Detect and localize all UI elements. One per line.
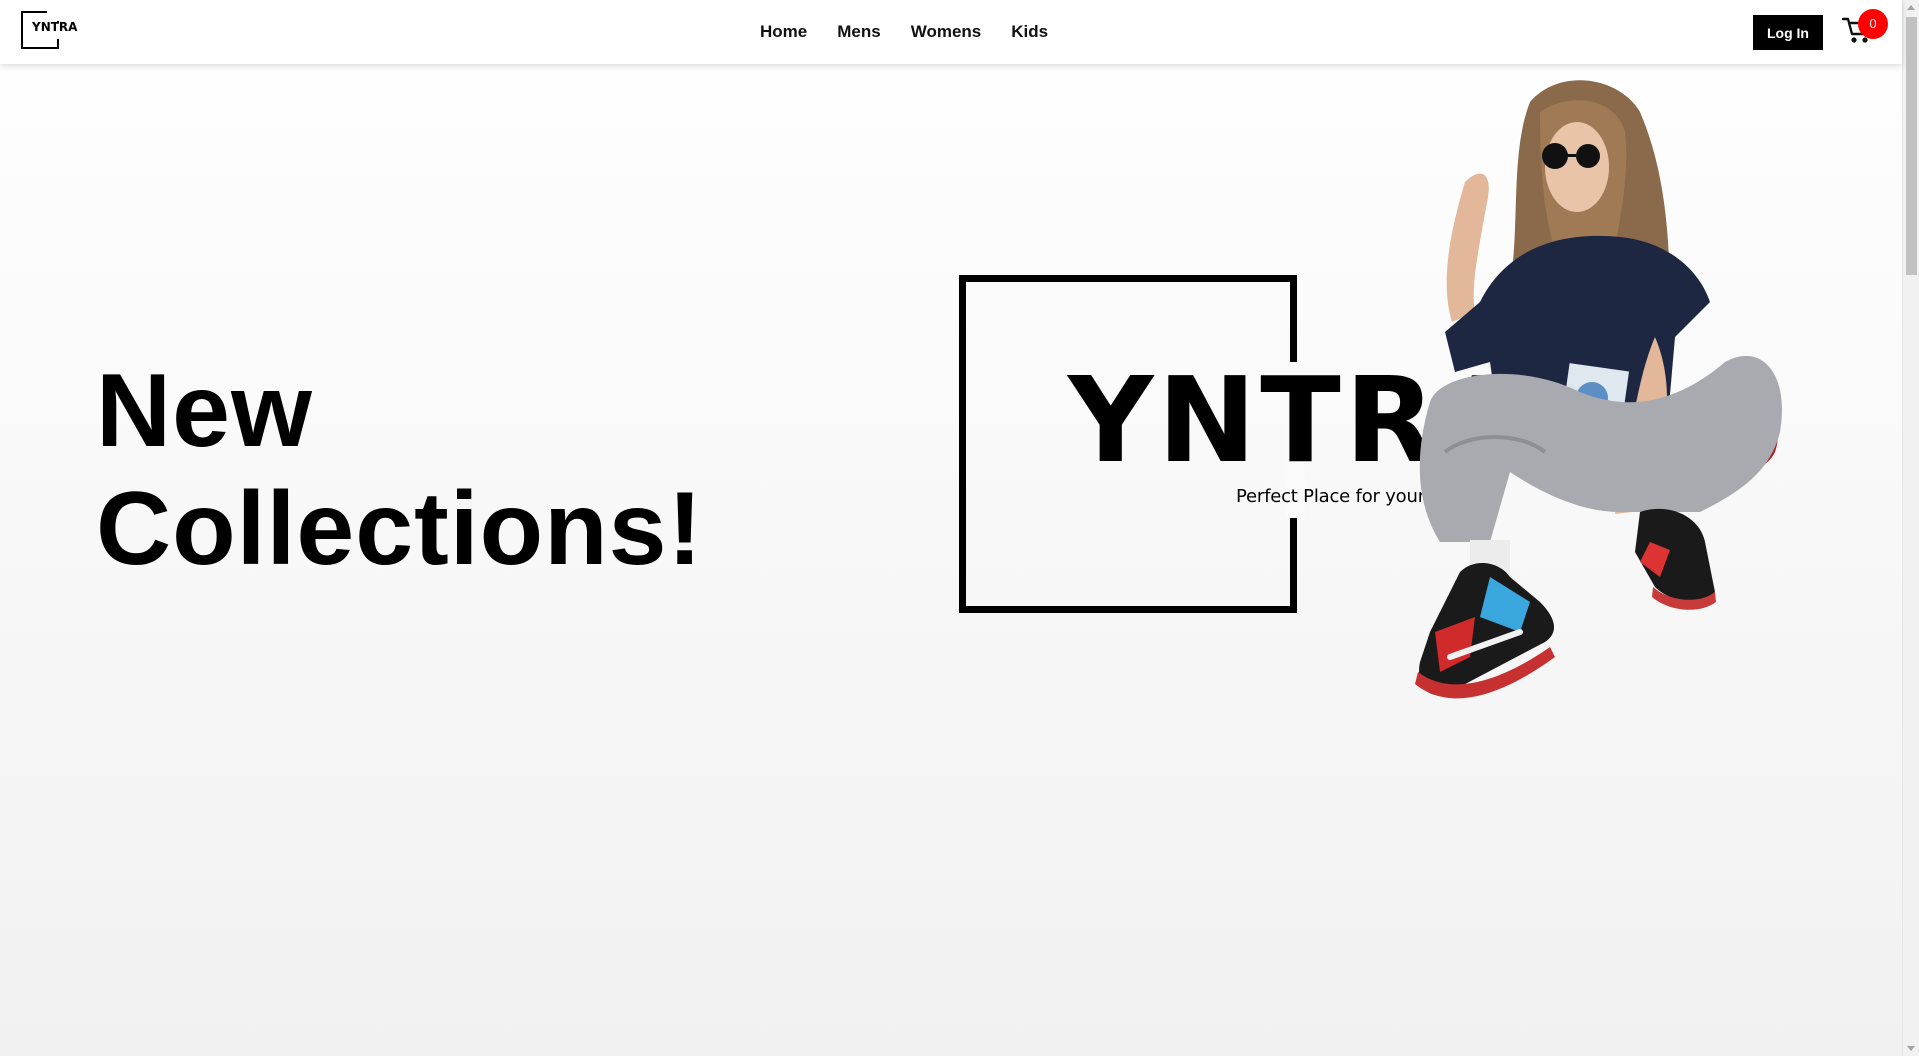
top-navigation-bar: YNTRA Home Mens Womens Kids Log In 0: [0, 0, 1902, 64]
scrollbar-thumb[interactable]: [1906, 17, 1917, 275]
scroll-up-icon[interactable]: [1907, 5, 1915, 10]
logo-text: YNTRA: [32, 20, 78, 34]
nav-link-home[interactable]: Home: [760, 22, 807, 42]
cart-button[interactable]: 0: [1842, 9, 1888, 48]
hero-model-image: [1415, 80, 1782, 699]
login-button[interactable]: Log In: [1753, 15, 1823, 50]
nav-link-womens[interactable]: Womens: [911, 22, 982, 42]
page-scrollbar[interactable]: [1902, 0, 1919, 1056]
scroll-down-icon[interactable]: [1907, 1046, 1915, 1051]
hero-headline-line-2: Collections!: [96, 471, 704, 587]
hero-headline: New Collections!: [96, 352, 796, 588]
cart-count-badge: 0: [1858, 9, 1888, 39]
site-logo[interactable]: YNTRA: [21, 9, 78, 49]
nav-link-kids[interactable]: Kids: [1011, 22, 1048, 42]
main-navigation: Home Mens Womens Kids: [760, 0, 1078, 64]
nav-link-mens[interactable]: Mens: [837, 22, 880, 42]
hero-headline-line-1: New: [96, 353, 313, 469]
page: YNTRA Home Mens Womens Kids Log In 0 New…: [0, 0, 1919, 1056]
